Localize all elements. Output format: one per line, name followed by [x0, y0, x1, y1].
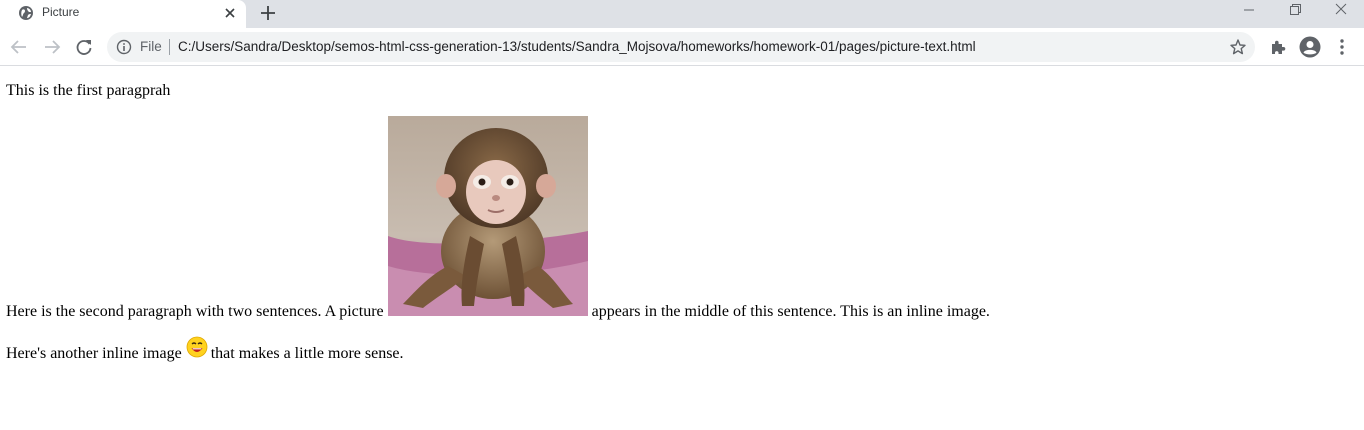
plus-icon[interactable]: [258, 3, 278, 23]
second-paragraph-text-after: appears in the middle of this sentence. …: [591, 303, 990, 320]
restore-icon[interactable]: [1272, 0, 1318, 24]
kebab-menu-icon[interactable]: [1331, 36, 1353, 58]
second-paragraph-text-before: Here is the second paragraph with two se…: [6, 303, 384, 320]
third-paragraph: Here's another inline image that makes a…: [6, 336, 404, 363]
window-close-icon[interactable]: [1318, 0, 1364, 24]
tab-title: Picture: [42, 5, 80, 19]
browser-tab[interactable]: Picture: [0, 0, 246, 28]
url-text[interactable]: C:/Users/Sandra/Desktop/semos-html-css-g…: [178, 39, 976, 55]
omnibox-divider: [169, 39, 170, 55]
third-paragraph-text-after: that makes a little more sense.: [210, 345, 404, 362]
back-arrow-icon[interactable]: [8, 36, 30, 58]
monkey-image: [387, 116, 588, 316]
close-icon[interactable]: [222, 5, 238, 21]
page-content: This is the first paragprah Here is the …: [0, 66, 1364, 430]
minimize-icon[interactable]: [1226, 0, 1272, 24]
browser-toolbar: File C:/Users/Sandra/Desktop/semos-html-…: [0, 28, 1364, 66]
globe-icon: [19, 6, 33, 20]
scheme-label: File: [140, 39, 162, 54]
third-paragraph-text-before: Here's another inline image: [6, 345, 182, 362]
puzzle-icon[interactable]: [1267, 36, 1289, 58]
star-icon[interactable]: [1229, 38, 1247, 56]
tab-strip: Picture: [0, 0, 1364, 28]
account-icon[interactable]: [1299, 36, 1321, 58]
smiley-face-icon: [186, 336, 208, 358]
reload-icon[interactable]: [73, 36, 95, 58]
first-paragraph: This is the first paragprah: [6, 82, 171, 99]
address-bar[interactable]: File C:/Users/Sandra/Desktop/semos-html-…: [107, 32, 1255, 62]
second-paragraph: Here is the second paragraph with two se…: [6, 116, 990, 321]
info-icon[interactable]: [116, 39, 132, 55]
forward-arrow-icon[interactable]: [41, 36, 63, 58]
